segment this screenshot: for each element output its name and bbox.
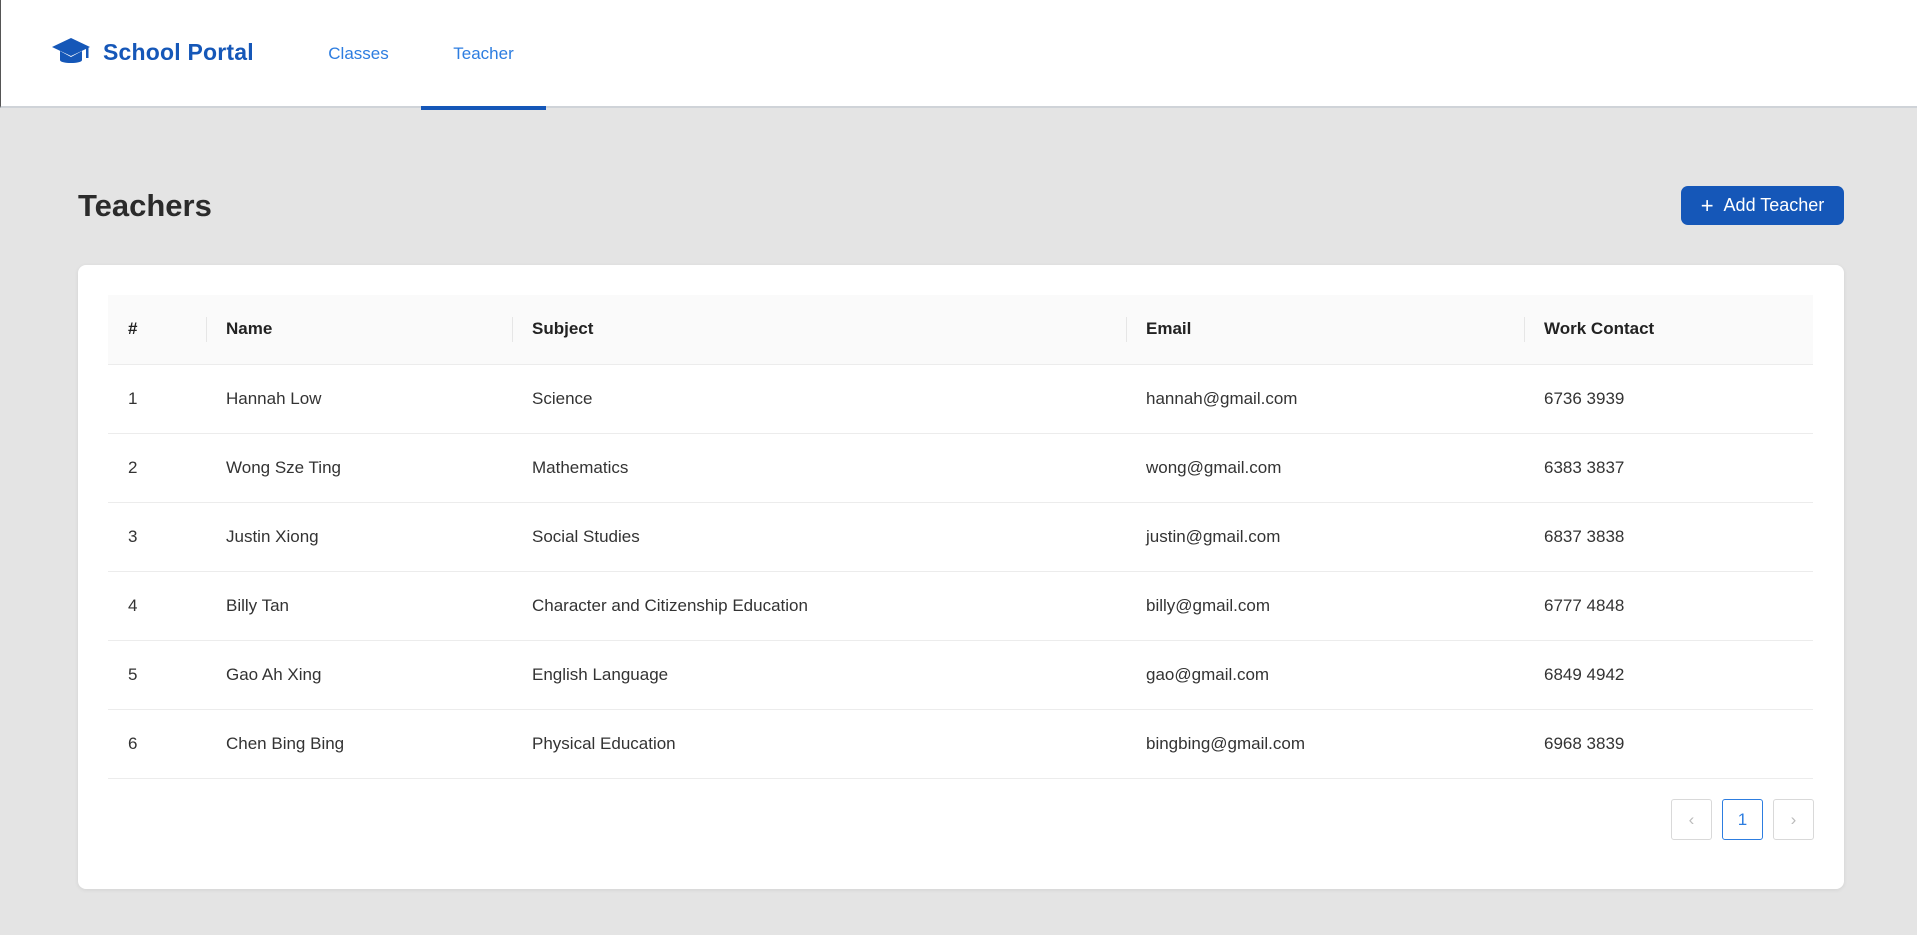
table-row[interactable]: 4 Billy Tan Character and Citizenship Ed… — [108, 571, 1813, 641]
teachers-table: # Name Subject Email Work Contact 1 Hann… — [108, 295, 1813, 779]
table-row[interactable]: 5 Gao Ah Xing English Language gao@gmail… — [108, 640, 1813, 710]
chevron-right-icon: › — [1790, 809, 1797, 829]
chevron-left-icon: ‹ — [1688, 809, 1695, 829]
cell-name: Hannah Low — [206, 364, 512, 434]
cell-index: 5 — [108, 640, 206, 710]
graduation-cap-icon — [51, 36, 91, 68]
column-header-email: Email — [1126, 295, 1524, 365]
cell-index: 3 — [108, 502, 206, 572]
pagination-next-button[interactable]: › — [1773, 799, 1814, 840]
cell-email: bingbing@gmail.com — [1126, 709, 1524, 779]
pagination-prev-button[interactable]: ‹ — [1671, 799, 1712, 840]
table-row[interactable]: 3 Justin Xiong Social Studies justin@gma… — [108, 502, 1813, 572]
cell-name: Justin Xiong — [206, 502, 512, 572]
cell-work-contact: 6837 3838 — [1524, 502, 1813, 572]
cell-name: Gao Ah Xing — [206, 640, 512, 710]
pagination-page-1[interactable]: 1 — [1722, 799, 1763, 840]
pagination: ‹ 1 › — [1671, 799, 1814, 840]
cell-subject: Mathematics — [512, 433, 1126, 503]
cell-index: 4 — [108, 571, 206, 641]
add-teacher-label: Add Teacher — [1723, 195, 1825, 215]
nav-tab-classes[interactable]: Classes — [311, 0, 406, 108]
table-header-row: # Name Subject Email Work Contact — [108, 295, 1813, 365]
plus-icon: + — [1700, 192, 1714, 218]
cell-name: Chen Bing Bing — [206, 709, 512, 779]
cell-name: Wong Sze Ting — [206, 433, 512, 503]
cell-email: hannah@gmail.com — [1126, 364, 1524, 434]
table-row[interactable]: 2 Wong Sze Ting Mathematics wong@gmail.c… — [108, 433, 1813, 503]
cell-subject: Physical Education — [512, 709, 1126, 779]
cell-email: wong@gmail.com — [1126, 433, 1524, 503]
cell-work-contact: 6383 3837 — [1524, 433, 1813, 503]
cell-index: 1 — [108, 364, 206, 434]
top-navigation-bar: School Portal Classes Teacher — [0, 0, 1917, 110]
cell-email: justin@gmail.com — [1126, 502, 1524, 572]
brand-name: School Portal — [103, 38, 254, 65]
brand[interactable]: School Portal — [51, 36, 254, 68]
table-row[interactable]: 1 Hannah Low Science hannah@gmail.com 67… — [108, 364, 1813, 434]
nav-tab-teacher[interactable]: Teacher — [421, 0, 546, 110]
cell-work-contact: 6777 4848 — [1524, 571, 1813, 641]
column-header-name: Name — [206, 295, 512, 365]
table-row[interactable]: 6 Chen Bing Bing Physical Education bing… — [108, 709, 1813, 779]
cell-email: billy@gmail.com — [1126, 571, 1524, 641]
cell-subject: Social Studies — [512, 502, 1126, 572]
cell-subject: Character and Citizenship Education — [512, 571, 1126, 641]
page-title: Teachers — [78, 188, 212, 223]
column-header-subject: Subject — [512, 295, 1126, 365]
add-teacher-button[interactable]: + Add Teacher — [1681, 186, 1844, 225]
cell-index: 2 — [108, 433, 206, 503]
cell-subject: Science — [512, 364, 1126, 434]
teachers-table-card: # Name Subject Email Work Contact 1 Hann… — [78, 265, 1844, 889]
cell-index: 6 — [108, 709, 206, 779]
column-header-index: # — [108, 295, 206, 365]
cell-work-contact: 6736 3939 — [1524, 364, 1813, 434]
cell-work-contact: 6849 4942 — [1524, 640, 1813, 710]
cell-work-contact: 6968 3839 — [1524, 709, 1813, 779]
cell-name: Billy Tan — [206, 571, 512, 641]
cell-subject: English Language — [512, 640, 1126, 710]
column-header-work-contact: Work Contact — [1524, 295, 1813, 365]
cell-email: gao@gmail.com — [1126, 640, 1524, 710]
